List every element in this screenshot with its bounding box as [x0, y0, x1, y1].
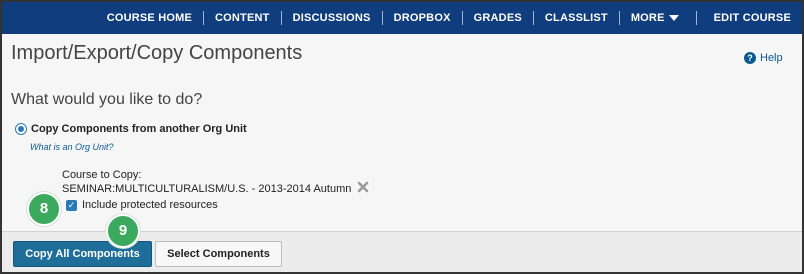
page-title: Import/Export/Copy Components: [11, 42, 303, 64]
copy-components-label: Copy Components from another Org Unit: [31, 123, 247, 135]
remove-course-icon[interactable]: [356, 180, 370, 194]
nav-discussions[interactable]: DISCUSSIONS: [282, 11, 383, 25]
include-protected-label: Include protected resources: [82, 199, 218, 211]
nav-classlist[interactable]: CLASSLIST: [534, 11, 620, 25]
help-icon: ?: [744, 52, 756, 64]
question-heading: What would you like to do?: [11, 91, 203, 108]
nav-edit-course[interactable]: EDIT COURSE: [703, 11, 802, 25]
copy-components-option[interactable]: Copy Components from another Org Unit: [15, 123, 247, 135]
course-to-copy-label: Course to Copy:: [62, 169, 142, 181]
nav-divider: [695, 11, 697, 25]
app-frame: COURSE HOME CONTENT DISCUSSIONS DROPBOX …: [0, 0, 804, 274]
select-components-button[interactable]: Select Components: [155, 241, 282, 267]
nav-dropbox[interactable]: DROPBOX: [383, 11, 463, 25]
nav-course-home[interactable]: COURSE HOME: [96, 11, 205, 25]
help-label: Help: [760, 52, 783, 64]
chevron-down-icon: [668, 15, 679, 22]
nav-more[interactable]: MORE: [620, 11, 690, 25]
top-navigation: COURSE HOME CONTENT DISCUSSIONS DROPBOX …: [2, 2, 802, 34]
course-to-copy-value: SEMINAR:MULTICULTURALISM/U.S. - 2013-201…: [62, 183, 352, 195]
nav-more-label: MORE: [630, 12, 665, 24]
nav-grades[interactable]: GRADES: [463, 11, 534, 25]
step-badge-9: 9: [106, 214, 140, 248]
include-protected-checkbox[interactable]: ✓: [66, 199, 77, 211]
nav-content[interactable]: CONTENT: [204, 11, 282, 25]
include-protected-row[interactable]: ✓ Include protected resources: [66, 199, 218, 211]
step-badge-8: 8: [27, 192, 61, 226]
help-link[interactable]: ? Help: [744, 52, 783, 64]
what-is-org-unit-link[interactable]: What is an Org Unit?: [30, 142, 114, 152]
copy-components-radio[interactable]: [15, 123, 27, 135]
nav-items: COURSE HOME CONTENT DISCUSSIONS DROPBOX …: [96, 2, 802, 34]
